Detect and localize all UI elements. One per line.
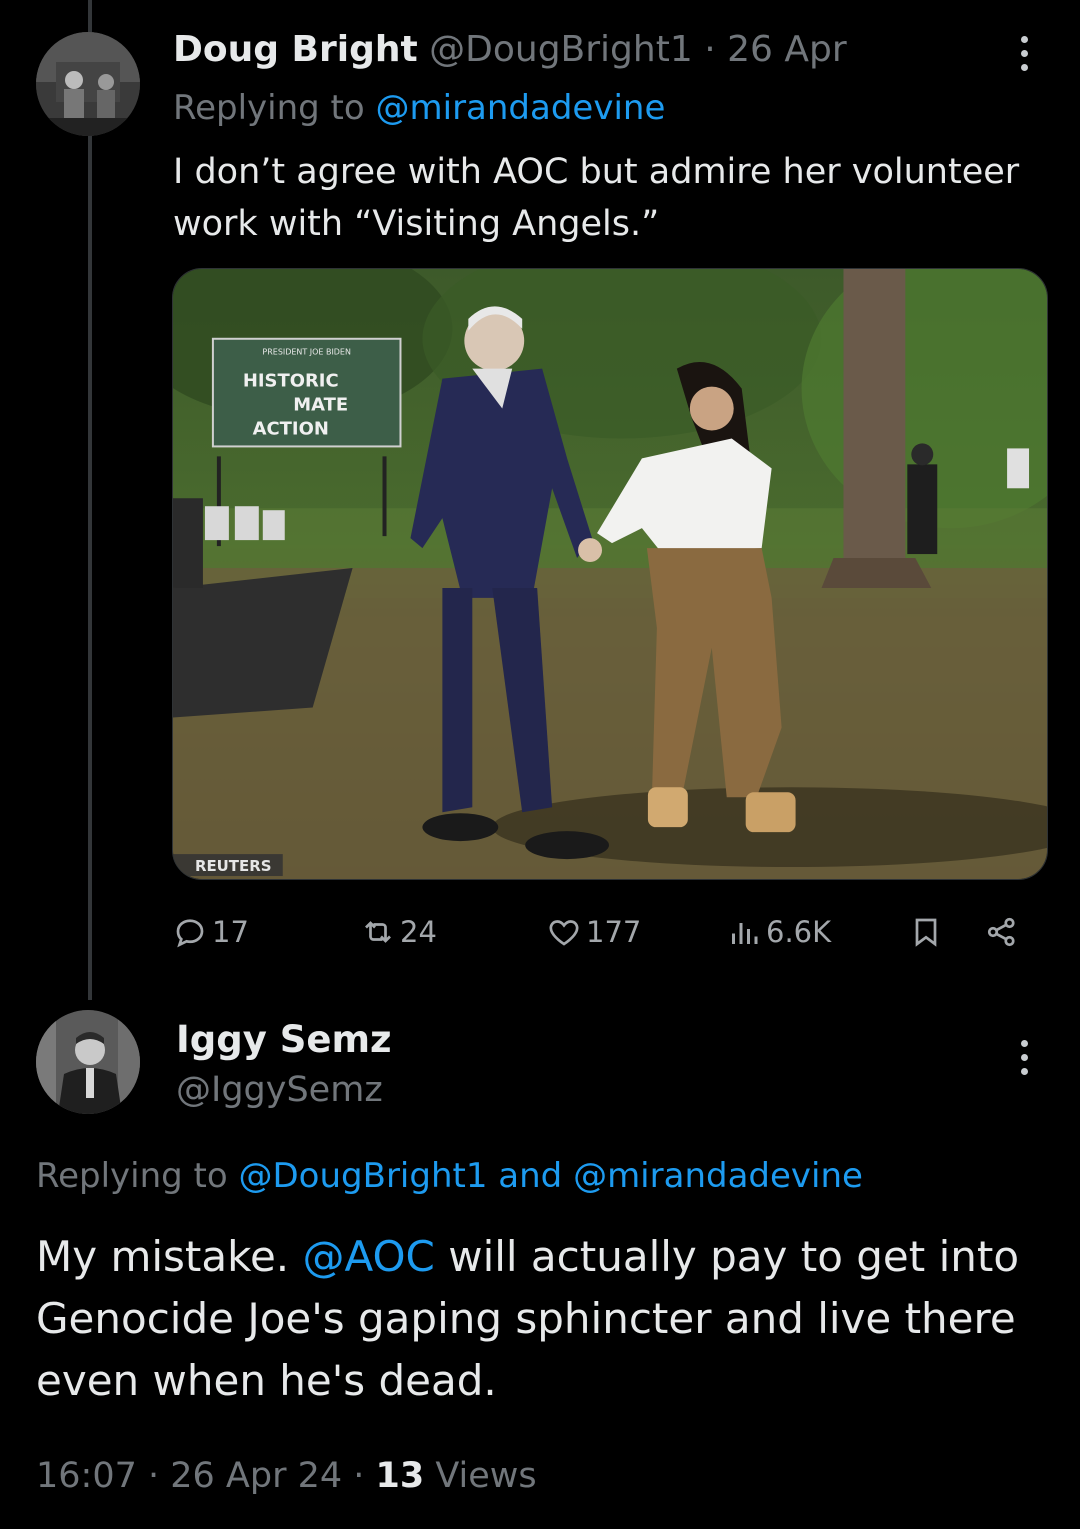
- sign-line2: MATE: [293, 395, 348, 416]
- tweet1-photo[interactable]: PRESIDENT JOE BIDEN HISTORIC MATE ACTION: [172, 268, 1048, 880]
- like-button[interactable]: 177: [546, 906, 641, 958]
- avatar-iggy-semz[interactable]: [36, 1010, 140, 1114]
- tweet2-time[interactable]: 16:07: [36, 1456, 137, 1496]
- repost-button[interactable]: 24: [360, 906, 437, 958]
- replying-and: and: [487, 1156, 574, 1196]
- tweet1-replying-to: Replying to @mirandadevine: [173, 82, 665, 134]
- reply-icon: [176, 919, 204, 948]
- tweet1-actions: 17 24 177 6.6K: [172, 906, 1032, 958]
- views-icon: [732, 923, 758, 944]
- tweet2-text-before: My mistake.: [36, 1232, 303, 1281]
- avatar-doug-bright[interactable]: [36, 32, 140, 136]
- reply-button[interactable]: 17: [172, 906, 249, 958]
- views-count: 6.6K: [766, 915, 832, 949]
- sign-line1: HISTORIC: [243, 371, 339, 392]
- tweet2-text: My mistake. @AOC will actually pay to ge…: [36, 1226, 1036, 1412]
- sign-line3: ACTION: [253, 418, 329, 439]
- tweet2-views-label: Views: [424, 1456, 537, 1496]
- replying-prefix: Replying to: [36, 1156, 239, 1196]
- tweet1-separator: ·: [704, 29, 716, 70]
- tweet2-date[interactable]: 26 Apr 24: [170, 1456, 342, 1496]
- sign-top-text: PRESIDENT JOE BIDEN: [262, 348, 351, 357]
- tweet2-handle[interactable]: @IggySemz: [176, 1066, 383, 1114]
- replying-prefix: Replying to: [173, 88, 376, 128]
- tweet1-more-icon[interactable]: [1009, 36, 1039, 71]
- tweet2-views-count: 13: [375, 1456, 425, 1496]
- views-button[interactable]: 6.6K: [726, 906, 831, 958]
- tweet1-author-name[interactable]: Doug Bright: [173, 29, 418, 70]
- tweet1-header: Doug Bright @DougBright1 · 26 Apr: [173, 24, 847, 76]
- mention-mirandadevine-2[interactable]: @mirandadevine: [573, 1156, 863, 1196]
- tweet2-more-icon[interactable]: [1009, 1040, 1039, 1075]
- tweet2-replying-to: Replying to @DougBright1 and @mirandadev…: [36, 1150, 863, 1202]
- bookmark-icon: [915, 918, 937, 947]
- mention-dougbright1[interactable]: @DougBright1: [239, 1156, 488, 1196]
- share-button[interactable]: [984, 906, 1020, 958]
- meta-separator-1: ·: [136, 1456, 171, 1496]
- tweet1-text: I don’t agree with AOC but admire her vo…: [173, 152, 1020, 244]
- tweet1-date[interactable]: 26 Apr: [727, 29, 847, 70]
- tweet2-meta: 16:07 · 26 Apr 24 · 13 Views: [36, 1450, 537, 1502]
- like-count: 177: [586, 915, 642, 949]
- share-icon: [987, 917, 1015, 947]
- repost-icon: [365, 921, 391, 943]
- bookmark-button[interactable]: [908, 906, 944, 958]
- reply-count: 17: [212, 915, 249, 949]
- meta-separator-2: ·: [342, 1456, 376, 1496]
- mention-aoc[interactable]: @AOC: [302, 1232, 434, 1281]
- tweet2-author-name[interactable]: Iggy Semz: [176, 1016, 392, 1064]
- tweet1-handle[interactable]: @DougBright1: [429, 29, 693, 70]
- thread-line: [88, 0, 92, 1000]
- mention-mirandadevine[interactable]: @mirandadevine: [376, 88, 666, 128]
- repost-count: 24: [400, 915, 437, 949]
- like-icon: [549, 920, 579, 946]
- photo-credit: REUTERS: [195, 857, 272, 875]
